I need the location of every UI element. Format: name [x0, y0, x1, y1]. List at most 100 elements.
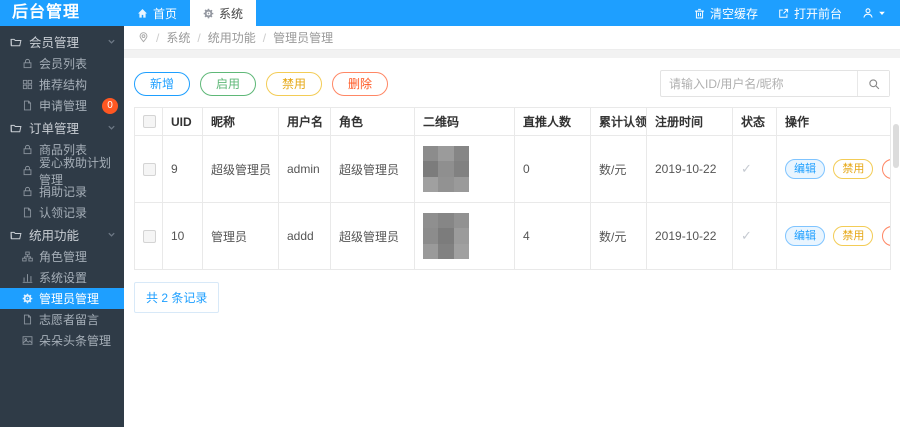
disable-button[interactable]: 禁用 [266, 71, 323, 96]
breadcrumb-separator: / [262, 30, 267, 45]
item-label: 志愿者留言 [39, 313, 100, 327]
file-icon [22, 100, 33, 111]
external-link-icon [778, 8, 789, 19]
trash-icon [694, 8, 705, 19]
image-icon [22, 335, 33, 346]
total-records-label: 共 2 条记录 [134, 282, 220, 313]
lock-icon [22, 165, 33, 176]
open-front-label: 打开前台 [793, 6, 842, 21]
sidebar-item-referral-structure[interactable]: 推荐结构 [0, 74, 124, 95]
col-direct-referrals: 直推人数 [514, 107, 591, 136]
search-box [660, 70, 890, 97]
item-label: 会员列表 [39, 57, 88, 71]
breadcrumb-common-functions[interactable]: 统用功能 [208, 29, 256, 46]
item-label: 角色管理 [39, 250, 88, 264]
cell-nickname: 管理员 [202, 202, 279, 270]
home-icon [137, 8, 148, 19]
col-role: 角色 [330, 107, 415, 136]
table-row: 10 管理员 addd 超级管理员 4 数/元 2019-10-22 ✓ 编辑 … [134, 202, 891, 270]
sidebar-item-charity-plan-mgmt[interactable]: 爱心救助计划管理 [0, 156, 124, 187]
col-uid: UID [162, 107, 203, 136]
item-label: 申请管理 [39, 99, 88, 113]
cell-claims: 数/元 [590, 135, 647, 203]
qr-code-image [423, 213, 469, 259]
item-label: 推荐结构 [39, 78, 88, 92]
topbar-actions: 清空缓存 打开前台 [694, 0, 900, 26]
file-icon [22, 207, 33, 218]
breadcrumb-system[interactable]: 系统 [166, 29, 190, 46]
notification-badge: 0 [102, 97, 118, 114]
cell-claims: 数/元 [590, 202, 647, 270]
col-claims: 累计认领 [590, 107, 647, 136]
sidebar-item-role-mgmt[interactable]: 角色管理 [0, 246, 124, 267]
chart-bar-icon [22, 272, 33, 283]
sidebar-item-application-mgmt[interactable]: 申请管理 0 [0, 95, 124, 116]
tab-system-label: 系统 [219, 6, 244, 21]
lock-icon [22, 144, 33, 155]
table-row: 9 超级管理员 admin 超级管理员 0 数/元 2019-10-22 ✓ 编… [134, 135, 891, 203]
app-title: 后台管理 [12, 4, 81, 21]
main-area: / 系统 / 统用功能 / 管理员管理 新增 启用 禁用 删除 请输入ID/用户… [124, 26, 900, 427]
sidebar-item-admin-mgmt[interactable]: 管理员管理 [0, 288, 124, 309]
select-all-checkbox[interactable] [143, 115, 156, 128]
sidebar-item-member-list[interactable]: 会员列表 [0, 53, 124, 74]
row-checkbox[interactable] [143, 229, 156, 243]
row-disable-button[interactable]: 禁用 [833, 225, 874, 247]
breadcrumb-separator: / [197, 30, 201, 45]
lock-icon [22, 58, 33, 69]
add-button[interactable]: 新增 [134, 71, 191, 96]
cell-register-time: 2019-10-22 [646, 135, 733, 203]
chevron-down-icon [107, 37, 116, 46]
cell-register-time: 2019-10-22 [646, 202, 733, 270]
search-input[interactable] [661, 71, 857, 96]
cell-username: admin [278, 135, 331, 203]
tab-bar: 首页 系统 [124, 0, 257, 26]
row-delete-button[interactable]: 删除 [881, 225, 890, 247]
search-button[interactable] [857, 71, 889, 96]
enable-button[interactable]: 启用 [200, 71, 257, 96]
clear-cache-label: 清空缓存 [709, 6, 758, 21]
row-edit-button[interactable]: 编辑 [785, 225, 825, 247]
breadcrumb: / 系统 / 统用功能 / 管理员管理 [124, 26, 900, 50]
delete-button[interactable]: 删除 [332, 71, 389, 96]
col-username: 用户名 [278, 107, 331, 136]
row-disable-button[interactable]: 禁用 [833, 158, 874, 180]
vertical-scrollbar-thumb[interactable] [893, 124, 899, 168]
search-icon [868, 78, 880, 90]
qr-code-image [423, 146, 469, 192]
tab-home-label: 首页 [153, 6, 178, 21]
folder-icon [10, 36, 22, 48]
col-nickname: 昵称 [202, 107, 279, 136]
sidebar-item-claim-records[interactable]: 认领记录 [0, 202, 124, 223]
toolbar: 新增 启用 禁用 删除 [134, 70, 890, 97]
item-label: 捐助记录 [39, 185, 88, 199]
cell-uid: 9 [162, 135, 203, 203]
cell-uid: 10 [162, 202, 203, 270]
folder-icon [10, 229, 22, 241]
sidebar-item-system-settings[interactable]: 系统设置 [0, 267, 124, 288]
col-actions: 操作 [776, 107, 891, 136]
user-menu[interactable] [862, 7, 886, 19]
sidebar-section-orders[interactable]: 订单管理 [0, 116, 124, 139]
cell-role: 超级管理员 [330, 135, 415, 203]
open-front-link[interactable]: 打开前台 [778, 5, 842, 22]
sidebar-item-volunteer-messages[interactable]: 志愿者留言 [0, 309, 124, 330]
row-delete-button[interactable]: 删除 [881, 158, 890, 180]
item-label: 管理员管理 [39, 292, 100, 306]
row-edit-button[interactable]: 编辑 [785, 158, 825, 180]
col-register-time: 注册时间 [646, 107, 733, 136]
cell-direct-referrals: 4 [514, 202, 591, 270]
col-status: 状态 [732, 107, 777, 136]
tab-system[interactable]: 系统 [190, 0, 257, 26]
col-qrcode: 二维码 [414, 107, 515, 136]
breadcrumb-admin-mgmt[interactable]: 管理员管理 [273, 29, 333, 46]
section-label: 会员管理 [29, 36, 80, 50]
sidebar-item-headlines-mgmt[interactable]: 朵朵头条管理 [0, 330, 124, 351]
file-icon [22, 314, 33, 325]
caret-down-icon [878, 9, 886, 17]
tab-home[interactable]: 首页 [124, 0, 190, 26]
row-checkbox[interactable] [143, 162, 156, 176]
sidebar-section-common[interactable]: 统用功能 [0, 223, 124, 246]
clear-cache-link[interactable]: 清空缓存 [694, 5, 758, 22]
sidebar-section-members[interactable]: 会员管理 [0, 30, 124, 53]
